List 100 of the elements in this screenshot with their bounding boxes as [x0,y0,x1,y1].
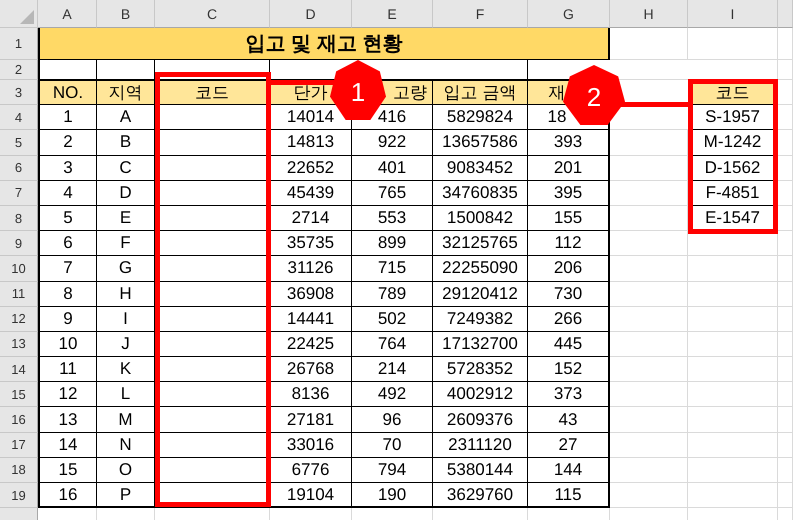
table-cell: 492 [352,382,433,408]
table-cell: 17132700 [433,332,528,358]
column-header[interactable]: C [155,0,270,28]
table-cell: 34760835 [433,180,528,206]
row-header[interactable]: 3 [0,80,38,106]
column-heading: NO. [38,80,97,106]
column-header[interactable]: D [270,0,352,28]
row-header[interactable]: 18 [0,458,38,483]
empty-cell[interactable] [433,60,528,80]
table-cell: 5829824 [433,105,528,130]
table-cell: 14441 [270,306,352,332]
column-header[interactable]: H [610,0,688,28]
table-cell: 5 [38,206,97,232]
row-header[interactable]: 16 [0,407,38,433]
row-header[interactable]: 1 [0,28,38,60]
table-cell: 1 [38,105,97,130]
table-cell: 6 [38,231,97,256]
table-cell: 45439 [270,180,352,206]
table-cell: 266 [528,306,610,332]
column-heading: 지역 [97,80,155,106]
select-all-icon[interactable] [20,10,34,24]
table-cell: E [97,206,155,232]
table-cell: 3 [38,156,97,181]
table-cell: 27 [528,432,610,458]
sheet-title: 입고 및 재고 현황 [38,28,610,60]
table-cell: F-4851 [688,180,778,206]
table-cell: 3629760 [433,483,528,508]
table-cell: 19104 [270,483,352,508]
table-cell: 13657586 [433,130,528,156]
row-header[interactable]: 17 [0,432,38,458]
row-header[interactable]: 19 [0,483,38,508]
table-cell: 206 [528,256,610,282]
row-header[interactable]: 11 [0,282,38,307]
table-cell: N [97,432,155,458]
table-cell: 36908 [270,282,352,307]
table-cell: 16 [38,483,97,508]
table-cell: D-1562 [688,156,778,181]
table-cell: 7 [38,256,97,282]
row-header[interactable]: 10 [0,256,38,282]
row-header[interactable]: 5 [0,130,38,156]
table-cell: 12 [38,382,97,408]
column-header[interactable] [778,0,793,28]
column-header[interactable]: F [433,0,528,28]
table-cell: 190 [352,483,433,508]
empty-cell[interactable] [97,60,155,80]
table-cell: 14 [38,432,97,458]
column-header[interactable]: I [688,0,778,28]
table-cell: 10 [38,332,97,358]
row-header[interactable]: 12 [0,306,38,332]
column-heading: 입고 금액 [433,80,528,106]
row-header[interactable]: 6 [0,156,38,181]
row-header[interactable]: 2 [0,60,38,80]
row-header[interactable]: 7 [0,180,38,206]
row-header[interactable]: 8 [0,206,38,232]
row-header[interactable]: 9 [0,231,38,256]
table-cell: 401 [352,156,433,181]
table-cell: D [97,180,155,206]
table-cell: 553 [352,206,433,232]
table-cell: 789 [352,282,433,307]
row-header[interactable]: 15 [0,382,38,408]
table-cell: S-1957 [688,105,778,130]
table-cell: 5728352 [433,357,528,382]
table-cell: M-1242 [688,130,778,156]
table-cell: L [97,382,155,408]
table-cell: A [97,105,155,130]
table-cell: 4 [38,180,97,206]
table-cell: P [97,483,155,508]
table-cell: 22255090 [433,256,528,282]
column-header[interactable]: G [528,0,610,28]
column-header[interactable]: A [38,0,97,28]
table-cell: 15 [38,458,97,483]
column-header[interactable]: B [97,0,155,28]
table-cell: 35735 [270,231,352,256]
table-cell: J [97,332,155,358]
table-cell: 155 [528,206,610,232]
table-cell: 2311120 [433,432,528,458]
column-header[interactable]: E [352,0,433,28]
table-cell: 7249382 [433,306,528,332]
table-cell: 2609376 [433,407,528,433]
table-cell: 33016 [270,432,352,458]
table-cell: 2714 [270,206,352,232]
table-cell: 112 [528,231,610,256]
table-cell: 899 [352,231,433,256]
row-header[interactable]: 14 [0,357,38,382]
row-header[interactable]: 4 [0,105,38,130]
table-cell: 922 [352,130,433,156]
table-cell: 2 [38,130,97,156]
table-cell: B [97,130,155,156]
table-cell: 502 [352,306,433,332]
table-cell: K [97,357,155,382]
table-cell: 6776 [270,458,352,483]
table-cell: G [97,256,155,282]
table-cell: 764 [352,332,433,358]
table-cell: 8 [38,282,97,307]
row-header[interactable]: 13 [0,332,38,358]
table-cell: 794 [352,458,433,483]
table-cell: F [97,231,155,256]
table-cell: 373 [528,382,610,408]
table-cell: 26768 [270,357,352,382]
table-cell: 31126 [270,256,352,282]
